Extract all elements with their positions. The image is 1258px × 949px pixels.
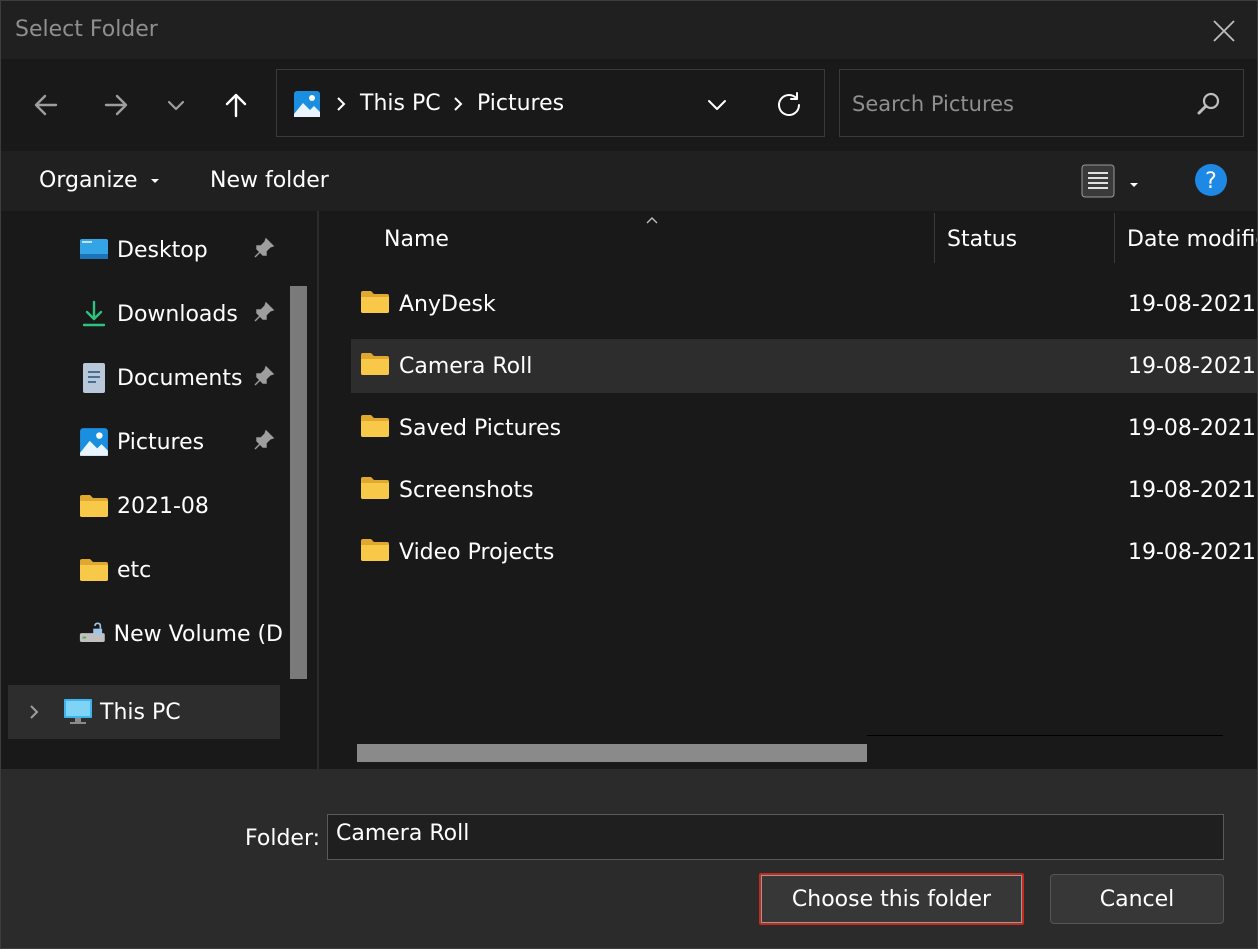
drive-icon	[79, 622, 105, 643]
refresh-button[interactable]	[765, 80, 813, 128]
select-folder-dialog: Select Folder This PC Pictures Search Pi…	[0, 0, 1258, 949]
sidebar-item-label: etc	[117, 557, 152, 583]
horizontal-scrollbar-thumb[interactable]	[357, 744, 867, 762]
breadcrumb-this-pc[interactable]: This PC	[360, 91, 441, 116]
pin-icon[interactable]	[253, 365, 275, 391]
file-date: 19-08-2021	[1128, 540, 1256, 565]
view-dropdown-arrow-icon[interactable]	[1127, 175, 1141, 194]
column-divider[interactable]	[1114, 213, 1115, 263]
address-history-button[interactable]	[693, 81, 741, 129]
refresh-icon	[778, 92, 800, 116]
organize-button[interactable]: Organize	[39, 168, 161, 193]
title-bar	[1, 1, 1257, 59]
back-button[interactable]	[22, 81, 70, 129]
folder-icon	[80, 495, 108, 517]
download-icon	[82, 300, 106, 327]
svg-text:?: ?	[1205, 169, 1217, 194]
breadcrumb-separator-icon	[451, 93, 465, 119]
arrow-up-icon	[225, 93, 247, 118]
search-icon	[1196, 91, 1222, 121]
up-button[interactable]	[212, 81, 260, 129]
sidebar-item-2021-08[interactable]: 2021-08	[79, 486, 209, 526]
pictures-icon	[80, 428, 108, 456]
help-icon: ?	[1195, 164, 1227, 196]
breadcrumb-pictures[interactable]: Pictures	[477, 91, 564, 116]
command-bar	[1, 151, 1257, 211]
sidebar-item-etc[interactable]: etc	[79, 550, 151, 590]
sidebar-item-label: New Volume (D	[113, 621, 283, 647]
sort-ascending-icon	[645, 210, 659, 229]
recent-locations-button[interactable]	[152, 81, 200, 129]
column-header-name[interactable]: Name	[384, 227, 449, 252]
sidebar-item-desktop[interactable]: Desktop	[79, 230, 208, 270]
expand-chevron-icon[interactable]	[25, 701, 43, 727]
document-icon	[83, 363, 105, 393]
column-header-date-modified[interactable]: Date modifie	[1127, 227, 1257, 252]
sidebar-item-label: Documents	[117, 365, 243, 391]
file-date: 19-08-2021	[1128, 416, 1256, 441]
choose-folder-button[interactable]: Choose this folder	[759, 873, 1024, 925]
window-title: Select Folder	[15, 17, 158, 42]
view-options-button[interactable]	[1081, 164, 1115, 202]
file-date: 19-08-2021	[1128, 354, 1256, 379]
chevron-down-icon	[708, 100, 726, 110]
sidebar-item-new-volume[interactable]: New Volume (D	[79, 614, 283, 654]
file-name: Camera Roll	[399, 354, 533, 379]
sidebar-item-pictures[interactable]: Pictures	[79, 422, 204, 462]
sidebar-item-label: 2021-08	[117, 493, 209, 519]
sidebar-item-label: Pictures	[117, 429, 205, 455]
sidebar-item-downloads[interactable]: Downloads	[79, 294, 238, 334]
arrow-right-icon	[104, 94, 128, 116]
dropdown-arrow-icon	[150, 179, 159, 183]
computer-icon	[63, 698, 93, 730]
folder-icon	[360, 537, 390, 567]
close-button[interactable]	[1197, 9, 1251, 53]
sidebar-item-documents[interactable]: Documents	[79, 358, 242, 398]
folder-icon	[80, 559, 108, 581]
file-name: Saved Pictures	[399, 416, 562, 441]
sidebar-item-label: Desktop	[117, 237, 208, 263]
folder-label: Folder:	[245, 826, 321, 851]
file-date: 19-08-2021	[1128, 478, 1256, 503]
forward-button[interactable]	[92, 81, 140, 129]
folder-icon	[360, 413, 390, 443]
arrow-left-icon	[34, 94, 58, 116]
close-icon	[1213, 20, 1235, 42]
pin-icon[interactable]	[253, 237, 275, 263]
file-name: Screenshots	[399, 478, 534, 503]
file-name: AnyDesk	[399, 292, 496, 317]
desktop-icon	[80, 239, 108, 259]
horizontal-scrollbar-track[interactable]	[867, 735, 1223, 736]
folder-icon	[360, 289, 390, 319]
breadcrumb-separator-icon	[334, 93, 348, 119]
organize-label: Organize	[39, 168, 138, 193]
pin-icon[interactable]	[253, 301, 275, 327]
file-name: Video Projects	[399, 540, 555, 565]
sidebar-scrollbar-thumb[interactable]	[290, 286, 307, 679]
file-date: 19-08-2021	[1128, 292, 1256, 317]
help-button[interactable]: ?	[1194, 163, 1228, 201]
details-view-icon	[1081, 164, 1115, 198]
sidebar-item-label: Downloads	[117, 301, 238, 327]
new-folder-button[interactable]: New folder	[210, 168, 329, 193]
folder-icon	[360, 351, 390, 381]
folder-icon	[360, 475, 390, 505]
pictures-icon	[293, 90, 321, 122]
chevron-down-icon	[167, 100, 185, 111]
folder-name-input[interactable]: Camera Roll	[327, 814, 1224, 860]
pin-icon[interactable]	[253, 429, 275, 455]
search-input[interactable]: Search Pictures	[852, 92, 1014, 116]
cancel-button[interactable]: Cancel	[1050, 874, 1224, 924]
column-divider[interactable]	[934, 213, 935, 263]
column-header-status[interactable]: Status	[947, 227, 1017, 252]
sidebar-item-label: This PC	[100, 700, 181, 725]
